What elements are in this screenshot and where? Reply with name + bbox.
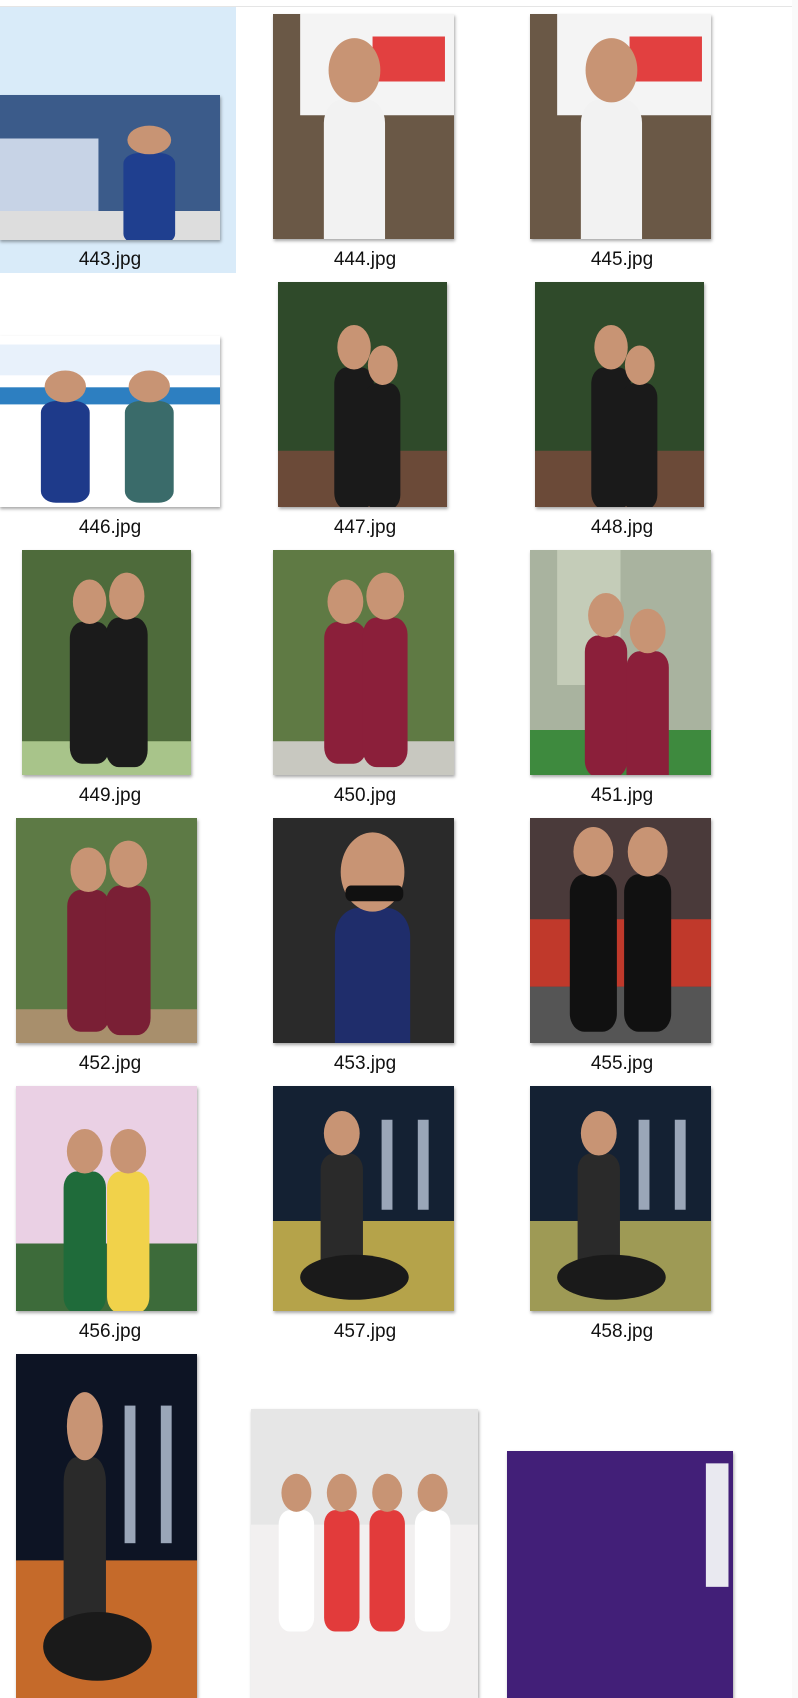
file-name: 449.jpg: [78, 785, 142, 806]
file-tile-partial-3[interactable]: [493, 1347, 771, 1698]
file-name: 445.jpg: [590, 249, 654, 270]
file-name: 453.jpg: [333, 1053, 397, 1074]
file-name: 458.jpg: [590, 1321, 654, 1342]
family-photo-icon: [535, 282, 704, 507]
motorcycle-photo-icon: [273, 1086, 454, 1311]
event-banner-photo-icon: [16, 1086, 197, 1311]
couple-photo-icon: [273, 550, 454, 775]
file-tile-453[interactable]: 453.jpg: [236, 811, 514, 1101]
file-tile-444[interactable]: 444.jpg: [236, 7, 514, 297]
file-tile-447[interactable]: 447.jpg: [236, 275, 514, 565]
file-tile-448[interactable]: 448.jpg: [493, 275, 771, 565]
family-photo-icon: [278, 282, 447, 507]
concert-photo-icon: [507, 1451, 733, 1698]
group-motorcycle-photo-icon: [16, 1354, 197, 1698]
radio-dj-photo-icon: [0, 95, 220, 240]
file-tile-445[interactable]: 445.jpg: [493, 7, 771, 297]
file-name: 443.jpg: [78, 249, 142, 270]
file-tile-457[interactable]: 457.jpg: [236, 1079, 514, 1369]
family-photo-icon: [16, 818, 197, 1043]
file-tile-450[interactable]: 450.jpg: [236, 543, 514, 833]
file-name: 457.jpg: [333, 1321, 397, 1342]
file-name: 446.jpg: [78, 517, 142, 538]
file-name: 455.jpg: [590, 1053, 654, 1074]
file-tile-451[interactable]: 451.jpg: [493, 543, 771, 833]
file-name: 444.jpg: [333, 249, 397, 270]
vertical-scrollbar[interactable]: [792, 0, 798, 1698]
selfie-photo-icon: [273, 818, 454, 1043]
file-tile-455[interactable]: 455.jpg: [493, 811, 771, 1101]
event-banner-photo-icon: [0, 336, 220, 507]
wedding-group-photo-icon: [251, 1409, 478, 1698]
file-tile-458[interactable]: 458.jpg: [493, 1079, 771, 1369]
file-name: 456.jpg: [78, 1321, 142, 1342]
couple-photo-icon: [22, 550, 191, 775]
file-tile-443[interactable]: 443.jpg: [0, 7, 236, 273]
file-name: 450.jpg: [333, 785, 397, 806]
file-name: 452.jpg: [78, 1053, 142, 1074]
motorcycle-photo-icon: [530, 1086, 711, 1311]
stage-photo-icon: [530, 818, 711, 1043]
file-grid: 443.jpg 444.jpg 445.jpg 446.jpg 447.jpg …: [0, 0, 798, 1698]
radio-dj-photo-icon: [273, 14, 454, 239]
file-tile-partial-2[interactable]: [236, 1347, 514, 1698]
file-name: 451.jpg: [590, 785, 654, 806]
file-name: 447.jpg: [333, 517, 397, 538]
couple-photo-icon: [530, 550, 711, 775]
file-name: 448.jpg: [590, 517, 654, 538]
radio-dj-photo-icon: [530, 14, 711, 239]
